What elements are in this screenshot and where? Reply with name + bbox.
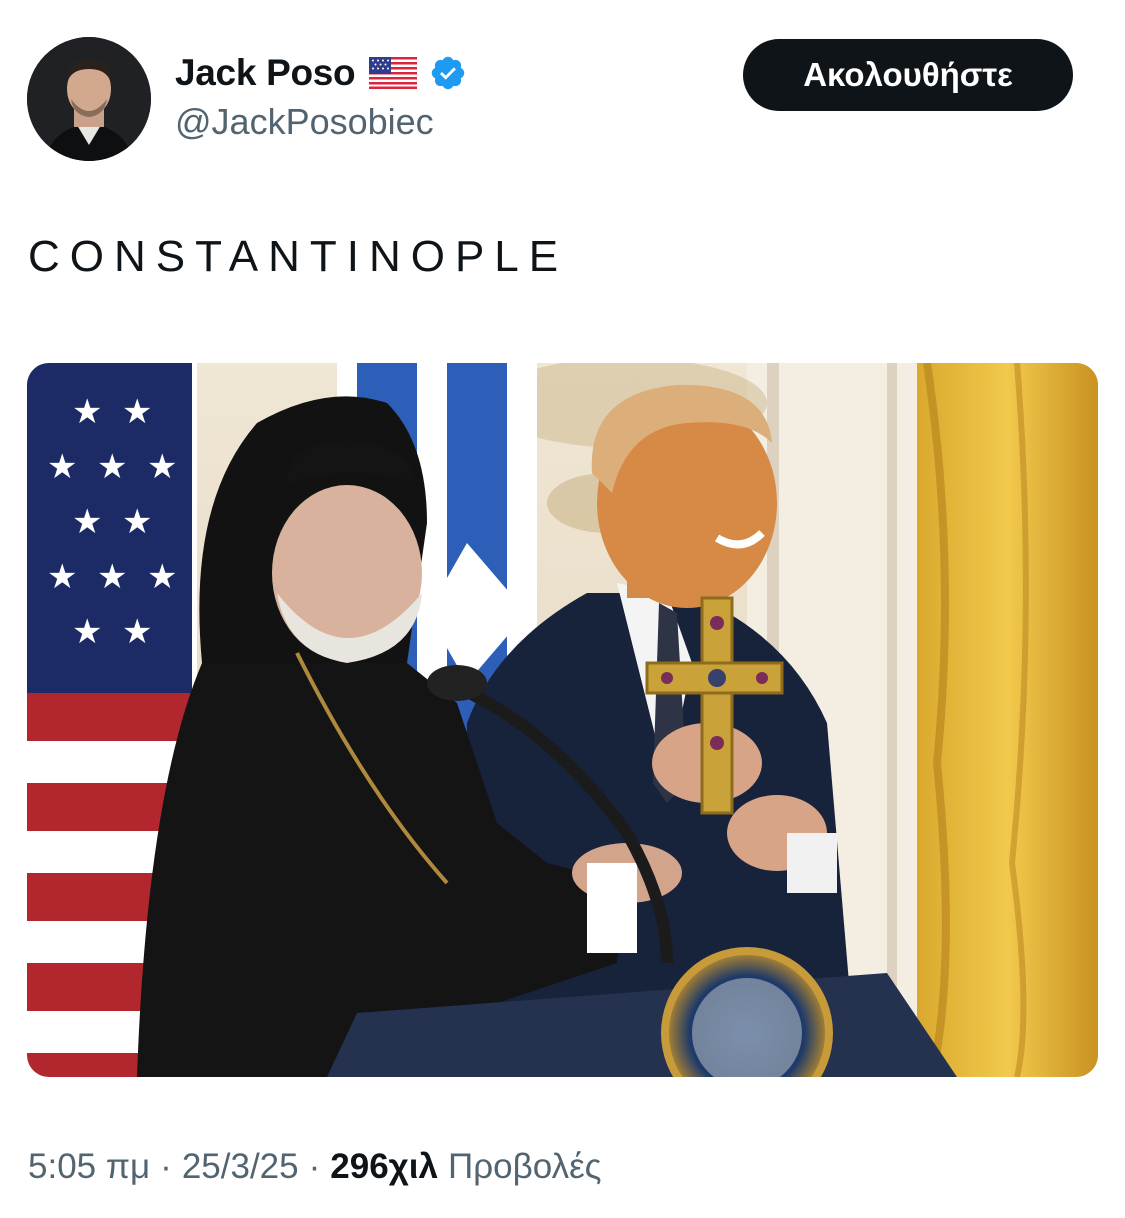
us-flag-icon xyxy=(369,57,418,89)
display-name-row[interactable]: Jack Poso xyxy=(175,49,467,97)
svg-text:★: ★ xyxy=(47,447,77,487)
svg-text:★: ★ xyxy=(72,612,102,652)
views-label[interactable]: Προβολές xyxy=(448,1147,602,1187)
svg-text:★: ★ xyxy=(122,502,152,542)
author-names: Jack Poso @JackPosobiec xyxy=(175,49,467,143)
svg-text:★: ★ xyxy=(122,392,152,432)
svg-text:★: ★ xyxy=(147,447,177,487)
photo-image: ★ ★ ★ ★ ★ ★ ★ ★ ★ ★ ★ ★ xyxy=(27,363,1098,1077)
svg-text:★: ★ xyxy=(122,612,152,652)
svg-text:★: ★ xyxy=(97,557,127,597)
tweet-time[interactable]: 5:05 πμ xyxy=(28,1147,150,1187)
meta-separator: · xyxy=(308,1147,321,1186)
tweet-date[interactable]: 25/3/25 xyxy=(182,1147,299,1187)
svg-text:★: ★ xyxy=(72,392,102,432)
svg-text:★: ★ xyxy=(147,557,177,597)
follow-button[interactable]: Ακολουθήστε xyxy=(743,39,1073,111)
tweet-meta: 5:05 πμ · 25/3/25 · 296χιλ Προβολές xyxy=(28,1147,602,1187)
author-display-name[interactable]: Jack Poso xyxy=(175,52,356,94)
tweet-text: CONSTANTINOPLE xyxy=(28,232,569,281)
tweet-photo[interactable]: ★ ★ ★ ★ ★ ★ ★ ★ ★ ★ ★ ★ xyxy=(27,363,1098,1077)
author-avatar[interactable] xyxy=(27,37,151,161)
author-handle[interactable]: @JackPosobiec xyxy=(175,101,467,143)
avatar-image xyxy=(27,37,151,161)
verified-badge-icon xyxy=(429,54,467,92)
views-count[interactable]: 296χιλ xyxy=(330,1147,438,1187)
svg-text:★: ★ xyxy=(72,502,102,542)
meta-separator: · xyxy=(160,1147,172,1186)
svg-text:★: ★ xyxy=(47,557,77,597)
svg-text:★: ★ xyxy=(97,447,127,487)
tweet-header: Jack Poso @JackPosobiec Ακολουθήστε xyxy=(27,37,1097,161)
